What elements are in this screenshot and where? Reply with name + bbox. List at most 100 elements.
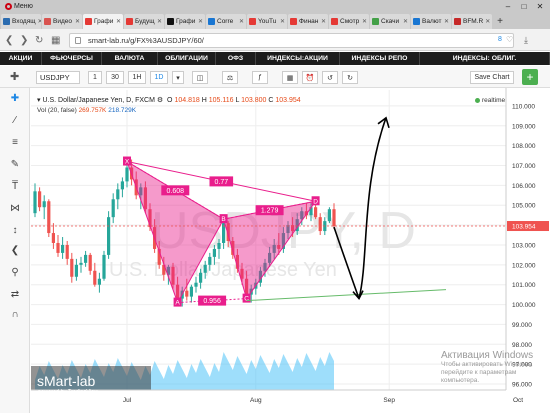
close-tab-icon[interactable]: ✕ xyxy=(321,18,326,25)
replay-icon[interactable]: ↺ xyxy=(322,71,338,84)
browser-tab[interactable]: Corre ✕ xyxy=(206,14,246,29)
pattern-point-label: D xyxy=(313,198,318,205)
close-tab-icon[interactable]: ✕ xyxy=(444,18,449,25)
price-tick-label: 108.000 xyxy=(512,143,536,150)
interval-1d-button[interactable]: 1D xyxy=(150,71,168,84)
close-tab-icon[interactable]: ✕ xyxy=(362,18,367,25)
compare-icon[interactable]: ⚖ xyxy=(222,71,238,84)
candle-body xyxy=(74,264,78,277)
site-nav-item[interactable]: ИНДЕКСЫ: ОБЛИГ. xyxy=(420,52,550,65)
interval-30-button[interactable]: 30 xyxy=(106,71,124,84)
close-tab-icon[interactable]: ✕ xyxy=(239,18,244,25)
tab-label: BFM.R xyxy=(463,18,484,25)
browser-tab[interactable]: Смотр ✕ xyxy=(329,14,369,29)
interval-dropdown-button[interactable]: ▾ xyxy=(172,71,184,84)
close-tab-icon[interactable]: ✕ xyxy=(198,18,203,25)
chart-style-icon[interactable]: ◫ xyxy=(192,71,208,84)
close-window-icon[interactable]: ✕ xyxy=(532,0,548,12)
c-label: C xyxy=(268,97,274,104)
browser-tab[interactable]: BFM.R ✕ xyxy=(452,14,492,29)
browser-tab[interactable]: Графи ✕ xyxy=(165,14,205,29)
browser-tab[interactable]: Видео ✕ xyxy=(42,14,82,29)
add-chart-button[interactable]: + xyxy=(522,69,538,85)
measure-tool-icon[interactable]: ⇄ xyxy=(6,286,24,302)
bookmark-heart-icon[interactable]: ♡ xyxy=(506,35,513,44)
browser-tab[interactable]: Будущ ✕ xyxy=(124,14,164,29)
drawing-tools-panel: ✚ ∕ ≡ ✎ T̅ ⋈ ↕ ❮ ⚲ ⇄ ∩ xyxy=(0,88,30,413)
browser-tab[interactable]: Валют ✕ xyxy=(411,14,451,29)
opera-menu-button[interactable]: Меню xyxy=(2,1,36,12)
save-chart-button[interactable]: Save Chart xyxy=(470,71,514,84)
text-tool-icon[interactable]: T̅ xyxy=(6,178,24,194)
redo-icon[interactable]: ↻ xyxy=(342,71,358,84)
l-label: L xyxy=(235,97,240,104)
cursor-tool-icon[interactable]: ✚ xyxy=(6,90,24,106)
brush-tool-icon[interactable]: ✎ xyxy=(6,156,24,172)
maximize-icon[interactable]: □ xyxy=(516,0,532,12)
magnet-icon[interactable]: ∩ xyxy=(6,306,24,322)
browser-tab[interactable]: Входящ ✕ xyxy=(1,14,41,29)
site-nav-item[interactable]: ОБЛИГАЦИИ xyxy=(158,52,216,65)
speed-dial-icon[interactable]: ▦ xyxy=(51,35,60,46)
site-nav-item[interactable]: ВАЛЮТА xyxy=(102,52,158,65)
reload-icon[interactable]: ↻ xyxy=(35,35,43,46)
collapse-legend-icon[interactable]: ▾ xyxy=(37,97,41,104)
new-tab-button[interactable]: + xyxy=(493,14,507,29)
back-icon[interactable]: ❮ xyxy=(5,35,13,46)
templates-icon[interactable]: ▦ xyxy=(282,71,298,84)
page-badge[interactable]: 8 xyxy=(498,36,502,43)
browser-tab[interactable]: Скачи ✕ xyxy=(370,14,410,29)
browser-tab[interactable]: YouTu ✕ xyxy=(247,14,287,29)
crosshair-cursor-icon[interactable]: ✚ xyxy=(10,70,19,83)
address-bar-row: ❮ ❯ ↻ ▦ smart-lab.ru/g/FX%3AUSDJPY/60/ 8… xyxy=(0,29,550,51)
candle-body xyxy=(199,272,203,283)
support-trendline[interactable] xyxy=(246,289,447,302)
interval-1h-button[interactable]: 1H xyxy=(128,71,146,84)
chart-area[interactable]: USDJPY, D U.S. Dollar/Japanese Yen X A B C D 0.… xyxy=(31,88,550,413)
close-tab-icon[interactable]: ✕ xyxy=(157,18,162,25)
fib-tool-icon[interactable]: ≡ xyxy=(6,134,24,150)
browser-tab[interactable]: Финан ✕ xyxy=(288,14,328,29)
pattern-triangle-xab[interactable] xyxy=(126,160,225,304)
candle-body xyxy=(111,199,115,218)
close-tab-icon[interactable]: ✕ xyxy=(403,18,408,25)
alert-icon[interactable]: ⏰ xyxy=(302,71,318,84)
tab-favicon-icon xyxy=(85,18,92,25)
realtime-indicator: realtime xyxy=(475,97,505,104)
legend-settings-icon[interactable]: ⚙ xyxy=(157,97,163,104)
time-tick-label: Sep xyxy=(383,397,395,404)
site-nav-item[interactable]: ИНДЕКСЫ:АКЦИИ xyxy=(256,52,340,65)
opera-logo-icon xyxy=(5,3,12,10)
address-input[interactable]: smart-lab.ru/g/FX%3AUSDJPY/60/ 8 ♡ xyxy=(69,33,514,48)
forward-icon[interactable]: ❯ xyxy=(20,35,28,46)
interval-1-button[interactable]: 1 xyxy=(88,71,102,84)
indicators-icon[interactable]: ƒ xyxy=(252,71,268,84)
browser-tab[interactable]: Графи ✕ xyxy=(83,14,123,29)
minimize-icon[interactable]: – xyxy=(500,0,516,12)
site-nav-item[interactable]: АКЦИИ xyxy=(0,52,42,65)
candle-body xyxy=(47,201,51,234)
prediction-tool-icon[interactable]: ↕ xyxy=(6,222,24,238)
tab-label: Будущ xyxy=(135,18,155,25)
site-nav-item[interactable]: ОФЗ xyxy=(216,52,256,65)
site-nav-item[interactable]: ФЬЮЧЕРСЫ xyxy=(42,52,102,65)
pattern-tool-icon[interactable]: ⋈ xyxy=(6,200,24,216)
candle-body xyxy=(116,189,120,200)
zoom-tool-icon[interactable]: ⚲ xyxy=(6,264,24,280)
trendline-tool-icon[interactable]: ∕ xyxy=(6,112,24,128)
close-tab-icon[interactable]: ✕ xyxy=(116,18,121,25)
download-icon[interactable]: ⤓ xyxy=(524,35,528,46)
candle-body xyxy=(70,258,74,277)
candle-body xyxy=(185,290,189,297)
browser-window: Меню – □ ✕ Входящ ✕ Видео ✕ Графи ✕ Будущ ✕ Граф… xyxy=(0,0,550,413)
price-tick-label: 107.000 xyxy=(512,163,536,170)
symbol-input[interactable]: USDJPY xyxy=(36,71,80,84)
site-nav-item[interactable]: ИНДЕКСЫ РЕПО xyxy=(340,52,420,65)
close-tab-icon[interactable]: ✕ xyxy=(485,18,490,25)
arrow-tool-icon[interactable]: ❮ xyxy=(6,242,24,258)
close-tab-icon[interactable]: ✕ xyxy=(280,18,285,25)
close-tab-icon[interactable]: ✕ xyxy=(38,18,41,25)
price-tick-label: 109.000 xyxy=(512,123,536,130)
close-tab-icon[interactable]: ✕ xyxy=(75,18,80,25)
tab-label: Видео xyxy=(53,18,72,25)
